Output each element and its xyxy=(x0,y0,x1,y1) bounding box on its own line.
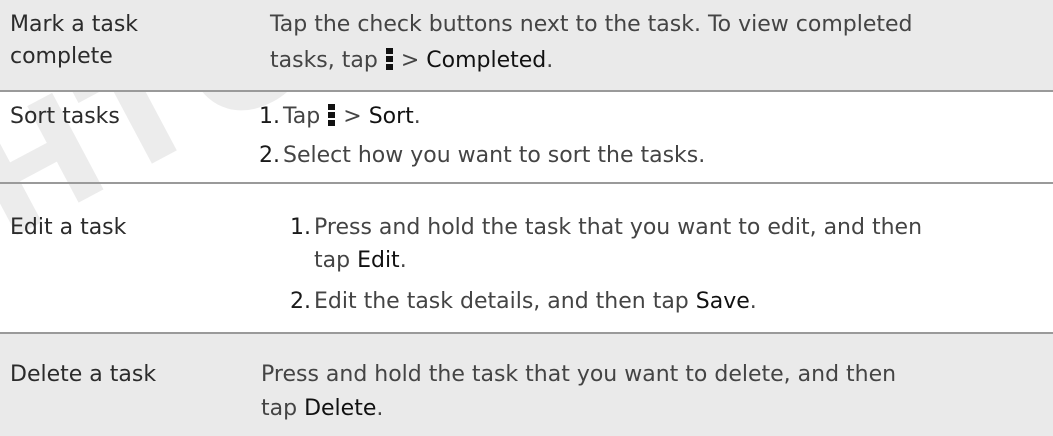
period: . xyxy=(399,248,407,273)
label-line-2: complete xyxy=(10,44,113,69)
step-number: 1. xyxy=(259,104,280,129)
label-line-1: Mark a task xyxy=(10,12,139,37)
menu-icon xyxy=(385,48,393,70)
task-actions-table: Mark a task complete Tap the check butto… xyxy=(0,0,1053,436)
period: . xyxy=(413,104,421,129)
instruction-line-2: tasks, tap > Completed. xyxy=(270,45,553,77)
period: . xyxy=(749,289,757,314)
label-text: Edit a task xyxy=(10,215,127,240)
separator: > xyxy=(343,104,362,129)
row-sort-tasks: Sort tasks 1. Tap > Sort. 2. Select how you… xyxy=(0,92,1053,184)
step-1: 1. Tap > Sort. xyxy=(259,101,421,133)
instruction-text: tap xyxy=(261,396,298,421)
instruction-line-1: Tap the check buttons next to the task. … xyxy=(270,9,913,41)
step-text: Select how you want to sort the tasks. xyxy=(283,143,706,168)
label-text: Delete a task xyxy=(10,362,157,387)
instruction-text: tasks, tap xyxy=(270,48,378,73)
ui-term-delete: Delete xyxy=(304,396,377,421)
instruction-line-2: tap Delete. xyxy=(261,393,383,425)
step-text: tap xyxy=(314,248,351,273)
period: . xyxy=(546,48,554,73)
step-1: 1. Press and hold the task that you want … xyxy=(290,212,922,244)
ui-term-edit: Edit xyxy=(357,248,400,273)
row-label: Delete a task xyxy=(10,359,156,391)
step-text: Edit the task details, and then tap xyxy=(314,289,689,314)
step-number: 2. xyxy=(290,289,311,314)
step-2: 2. Select how you want to sort the tasks. xyxy=(259,140,705,172)
separator: > xyxy=(400,48,420,73)
ui-term-sort: Sort xyxy=(368,104,414,129)
row-label: Sort tasks xyxy=(10,101,120,133)
instruction-line-1: Press and hold the task that you want to… xyxy=(261,359,896,391)
step-1-continued: tap Edit. xyxy=(314,245,407,277)
ui-term-save: Save xyxy=(695,289,750,314)
step-number: 1. xyxy=(290,215,311,240)
step-text: Tap xyxy=(283,104,321,129)
menu-icon xyxy=(328,104,336,126)
label-text: Sort tasks xyxy=(10,104,120,129)
instruction-text: Press and hold the task that you want to… xyxy=(261,362,897,387)
step-text: Press and hold the task that you want to… xyxy=(314,215,923,240)
row-mark-complete: Mark a task complete Tap the check butto… xyxy=(0,0,1053,92)
row-edit-task: Edit a task 1. Press and hold the task th… xyxy=(0,184,1053,334)
instruction-text: Tap the check buttons next to the task. … xyxy=(270,12,913,37)
step-number: 2. xyxy=(259,143,280,168)
row-label: Edit a task xyxy=(10,212,126,244)
period: . xyxy=(376,396,384,421)
row-label: Mark a task complete xyxy=(10,9,138,73)
row-delete-task: Delete a task Press and hold the task th… xyxy=(0,334,1053,436)
step-2: 2. Edit the task details, and then tap Sa… xyxy=(290,286,757,318)
ui-term-completed: Completed xyxy=(426,48,547,73)
